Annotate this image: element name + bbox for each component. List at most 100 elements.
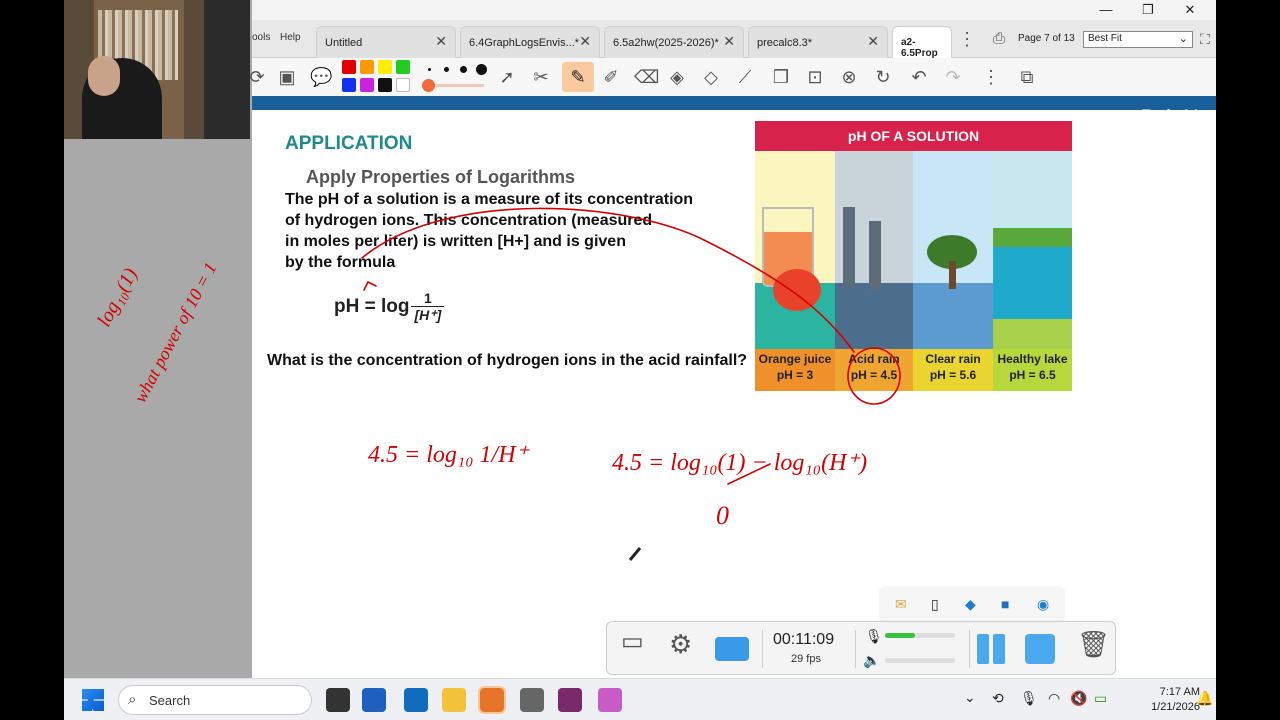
wifi-icon[interactable]: ◠ — [1048, 690, 1060, 707]
battery-icon[interactable]: ▭ — [1094, 690, 1107, 707]
microphone-icon[interactable]: 🎙 — [865, 628, 883, 645]
color-purple-swatch[interactable] — [360, 78, 374, 92]
tab-close-icon[interactable]: ✕ — [867, 33, 879, 50]
size-l-dot[interactable] — [476, 64, 487, 75]
zoom-select[interactable]: Best Fit ⌄ — [1083, 31, 1193, 48]
notification-bell-icon[interactable]: 🔔 — [1196, 690, 1213, 707]
formula-denominator: [H⁺] — [414, 307, 442, 323]
tab-label: 6.5a2hw(2025-2026)* — [613, 37, 719, 49]
formula-numerator: 1 — [411, 290, 445, 307]
outlook-icon[interactable]: ■ — [1001, 596, 1009, 612]
doc-header-bar — [252, 96, 1216, 110]
mic-level-meter — [885, 633, 955, 638]
line-icon[interactable]: ⟋ — [734, 67, 756, 87]
maximize-icon[interactable]: ❐ — [1138, 2, 1158, 18]
lasso-icon[interactable]: ⟳ — [246, 67, 268, 87]
stop-icon[interactable] — [1025, 634, 1055, 664]
capture-area-icon[interactable]: ▭ — [621, 630, 644, 654]
recording-fps: 29 fps — [791, 653, 821, 665]
fill-bucket-icon[interactable]: ◈ — [666, 67, 688, 87]
snipping-tool-icon[interactable] — [598, 688, 622, 712]
tab-close-icon[interactable]: ✕ — [435, 33, 447, 50]
folder-icon[interactable] — [442, 688, 466, 712]
screen: — ❐ ✕ ools Help Untitled ✕ 6.4GraphLogsEn… — [64, 0, 1216, 720]
start-button[interactable] — [82, 689, 104, 711]
menu-help[interactable]: Help — [280, 32, 301, 43]
ph-illustration: pH OF A SOLUTION Orange juice pH = 3 Acid… — [755, 121, 1072, 391]
sync-icon[interactable]: ⟲ — [992, 690, 1004, 707]
shield-icon[interactable]: ◆ — [965, 596, 976, 613]
app-icon[interactable]: ◉ — [1037, 596, 1049, 613]
formula-lhs: pH = log — [334, 296, 410, 318]
more-vertical-icon[interactable]: ⋮ — [956, 29, 978, 49]
opacity-slider-thumb[interactable] — [422, 79, 435, 92]
color-yellow-swatch[interactable] — [378, 60, 392, 74]
clipboard-icon[interactable]: ▯ — [931, 596, 939, 613]
paragraph-line: in moles per liter) is written [H+] and … — [285, 233, 626, 250]
comment-icon[interactable]: 💬 — [310, 67, 332, 87]
tab-a2hw[interactable]: 6.5a2hw(2025-2026)* ✕ — [604, 26, 744, 58]
microphone-icon[interactable]: 🎙 — [1020, 690, 1038, 707]
orange-shape — [773, 269, 821, 311]
more-vertical-icon[interactable]: ⋮ — [980, 67, 1002, 87]
close-icon[interactable]: ✕ — [1180, 2, 1200, 18]
mail-icon[interactable]: ✉ — [895, 596, 907, 613]
panel-healthy-lake: Healthy lake pH = 6.5 — [993, 151, 1072, 391]
clear-icon[interactable]: ⊗ — [838, 67, 860, 87]
insert-image-icon[interactable]: ▣ — [276, 67, 298, 87]
pages-icon[interactable]: ❒ — [770, 67, 792, 87]
eraser-icon[interactable]: ⌫ — [634, 67, 659, 87]
zoom-value: Best Fit — [1088, 33, 1122, 44]
word-icon[interactable] — [362, 688, 386, 712]
tab-a2-prop[interactable]: a2-6.5Prop — [892, 26, 952, 58]
color-red-swatch[interactable] — [342, 60, 356, 74]
pen-icon[interactable]: ✎ — [567, 67, 589, 87]
fullscreen-icon[interactable]: ⛶ — [1194, 29, 1216, 49]
shapes-icon[interactable]: ◇ — [700, 67, 722, 87]
panel-label: Orange juice pH = 3 — [758, 352, 832, 382]
color-white-swatch[interactable] — [396, 78, 410, 92]
taskbar-app-icon[interactable] — [520, 688, 544, 712]
question-text: What is the concentration of hydrogen io… — [267, 352, 748, 369]
page-indicator: Page 7 of 13 — [1018, 33, 1075, 44]
size-xs-dot[interactable] — [428, 68, 431, 71]
whiteboard-app-icon[interactable] — [478, 686, 506, 714]
color-green-swatch[interactable] — [396, 60, 410, 74]
tab-label: 6.4GraphLogsEnvis...* — [469, 37, 580, 49]
trash-icon[interactable]: 🗑 — [1077, 631, 1110, 657]
taskbar-search[interactable]: ⌕ Search — [118, 685, 312, 715]
menu-tools[interactable]: ools — [252, 32, 270, 43]
tab-label: precalc8.3* — [757, 37, 813, 49]
size-m-dot[interactable] — [460, 66, 467, 73]
select-arrow-icon[interactable]: ➚ — [496, 67, 518, 87]
tab-precalc[interactable]: precalc8.3* ✕ — [748, 26, 888, 58]
page-nav-icon[interactable]: ⎙ — [988, 29, 1010, 49]
taskbar-app-icon[interactable] — [558, 688, 582, 712]
size-s-dot[interactable] — [444, 67, 449, 72]
minimize-icon[interactable]: — — [1096, 2, 1116, 18]
volume-muted-icon[interactable]: 🔇 — [1070, 690, 1087, 707]
color-black-swatch[interactable] — [378, 78, 392, 92]
tab-graphlogs[interactable]: 6.4GraphLogsEnvis...* ✕ — [460, 26, 600, 58]
refresh-page-icon[interactable]: ↻ — [872, 67, 894, 87]
redo-icon[interactable]: ↷ — [942, 67, 964, 87]
gear-icon[interactable]: ⚙ — [669, 631, 692, 657]
tab-close-icon[interactable]: ✕ — [579, 33, 591, 50]
taskbar: ⌕ Search ⌄ ⟲ 🎙 ◠ 🔇 ▭ 7:17 AM 1/21/2026 🔔 — [64, 678, 1216, 720]
tab-close-icon[interactable]: ✕ — [723, 33, 735, 50]
tools-icon[interactable]: ✂ — [530, 67, 552, 87]
color-orange-swatch[interactable] — [360, 60, 374, 74]
highlighter-icon[interactable]: ✐ — [600, 67, 622, 87]
system-clock[interactable]: 7:17 AM 1/21/2026 — [1151, 685, 1200, 715]
speaker-icon[interactable]: 🔈 — [863, 652, 880, 669]
outlook-icon[interactable] — [404, 688, 428, 712]
color-blue-swatch[interactable] — [342, 78, 356, 92]
taskbar-app-icon[interactable] — [326, 688, 350, 712]
tab-untitled[interactable]: Untitled ✕ — [316, 26, 456, 58]
undo-icon[interactable]: ↶ — [908, 67, 930, 87]
screenshot-icon[interactable]: ⊡ — [804, 67, 826, 87]
present-icon[interactable]: ⧉ — [1016, 67, 1038, 87]
chevron-up-icon[interactable]: ⌄ — [964, 689, 976, 706]
camera-icon[interactable] — [715, 637, 749, 661]
pause-icon[interactable] — [977, 634, 989, 664]
